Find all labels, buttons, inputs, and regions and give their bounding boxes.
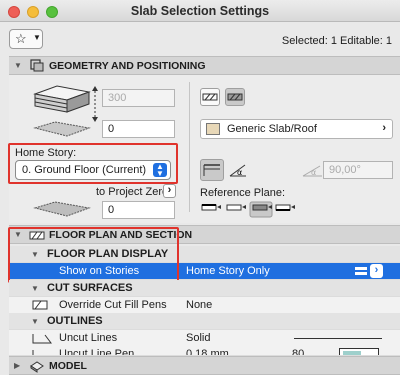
flat-slab-icon — [203, 164, 220, 176]
thickness-field[interactable]: 300 — [102, 89, 175, 107]
chevron-right-icon[interactable]: › — [370, 264, 383, 278]
slab-top-plane-icon — [33, 121, 91, 137]
reference-top-icon[interactable] — [201, 204, 221, 211]
override-pens-value: None — [186, 299, 213, 311]
model-icon — [30, 361, 44, 373]
expand-triangle-icon: ▼ — [31, 284, 39, 293]
uncut-lines-label: Uncut Lines — [59, 332, 118, 344]
group-cut-surfaces[interactable]: ▼ CUT SURFACES — [9, 280, 400, 297]
uncut-lines-row[interactable]: Uncut Lines Solid — [9, 330, 400, 347]
slab-flat-button[interactable] — [200, 159, 224, 181]
title-bar: Slab Selection Settings — [0, 0, 400, 22]
stories-icon — [355, 267, 367, 275]
window-title: Slab Selection Settings — [130, 4, 270, 18]
collapse-triangle-icon: ▶ — [14, 361, 21, 370]
top-offset-field[interactable]: 0 — [102, 120, 175, 138]
home-story-highlight — [8, 143, 178, 184]
show-on-stories-value: Home Story Only — [186, 265, 270, 277]
hatch-pattern-button[interactable] — [200, 88, 220, 106]
favorites-button[interactable]: ☆ ▼ — [9, 29, 43, 49]
star-icon: ☆ — [15, 31, 27, 46]
expand-triangle-icon: ▼ — [31, 317, 39, 326]
cut-fill-pen-icon — [32, 300, 48, 310]
selection-info: Selected: 1 Editable: 1 — [281, 35, 392, 47]
section-label: GEOMETRY AND POSITIONING — [49, 60, 206, 72]
uncut-lines-icon — [32, 334, 52, 344]
chevron-right-icon: › — [167, 184, 172, 196]
slab-bottom-plane-icon — [33, 201, 91, 217]
geometry-icon — [30, 59, 44, 72]
uncut-pen-row[interactable]: Uncut Line Pen 0,18 mm 80 — [9, 346, 400, 356]
section-geometry-and-positioning[interactable]: ▼ GEOMETRY AND POSITIONING — [9, 56, 400, 75]
slab-thickness-icon — [33, 85, 91, 113]
hatch-pattern-filled-icon — [227, 93, 243, 101]
uncut-lines-value: Solid — [186, 332, 211, 344]
chevron-down-icon: ▼ — [33, 33, 41, 42]
uncut-pen-number: 80 — [292, 348, 305, 356]
tilted-slab-icon[interactable]: α — [227, 160, 249, 180]
expand-triangle-icon: ▼ — [14, 61, 22, 70]
surface-label: Generic Slab/Roof — [227, 123, 317, 135]
reference-bottom-icon[interactable] — [275, 204, 295, 211]
hatch-pattern-icon — [202, 93, 218, 101]
bottom-offset-field[interactable]: 0 — [102, 201, 175, 219]
pen-color-swatch[interactable] — [339, 348, 379, 355]
section-label: MODEL — [49, 360, 87, 372]
group-label: CUT SURFACES — [47, 282, 133, 294]
uncut-pen-label: Uncut Line Pen — [59, 348, 135, 356]
override-pens-label: Override Cut Fill Pens — [59, 299, 167, 311]
divider — [189, 82, 190, 212]
to-project-zero-label: to Project Zero — [96, 186, 169, 198]
reference-core-top-icon[interactable] — [226, 204, 246, 211]
project-zero-chevron-button[interactable]: › — [163, 184, 176, 198]
section-model[interactable]: ▶ MODEL — [9, 356, 400, 375]
uncut-pen-icon — [32, 350, 34, 355]
show-on-stories-highlight — [8, 227, 179, 283]
reference-plane-options[interactable] — [200, 201, 300, 219]
hatch-pattern-selected-button[interactable] — [225, 88, 245, 106]
material-swatch-icon — [206, 123, 220, 135]
angle-field[interactable]: 90,00° — [323, 161, 393, 179]
svg-text:α: α — [237, 168, 242, 177]
surface-select[interactable]: Generic Slab/Roof › — [200, 119, 393, 139]
override-pens-row[interactable]: Override Cut Fill Pens None — [9, 297, 400, 314]
line-type-preview — [294, 338, 382, 339]
uncut-pen-value: 0,18 mm — [186, 348, 229, 356]
reference-plane-label: Reference Plane: — [200, 187, 285, 199]
chevron-right-icon: › — [382, 122, 386, 134]
group-label: OUTLINES — [47, 315, 103, 327]
group-outlines[interactable]: ▼ OUTLINES — [9, 313, 400, 330]
svg-text:α: α — [311, 168, 316, 177]
angle-icon: α — [302, 165, 322, 177]
